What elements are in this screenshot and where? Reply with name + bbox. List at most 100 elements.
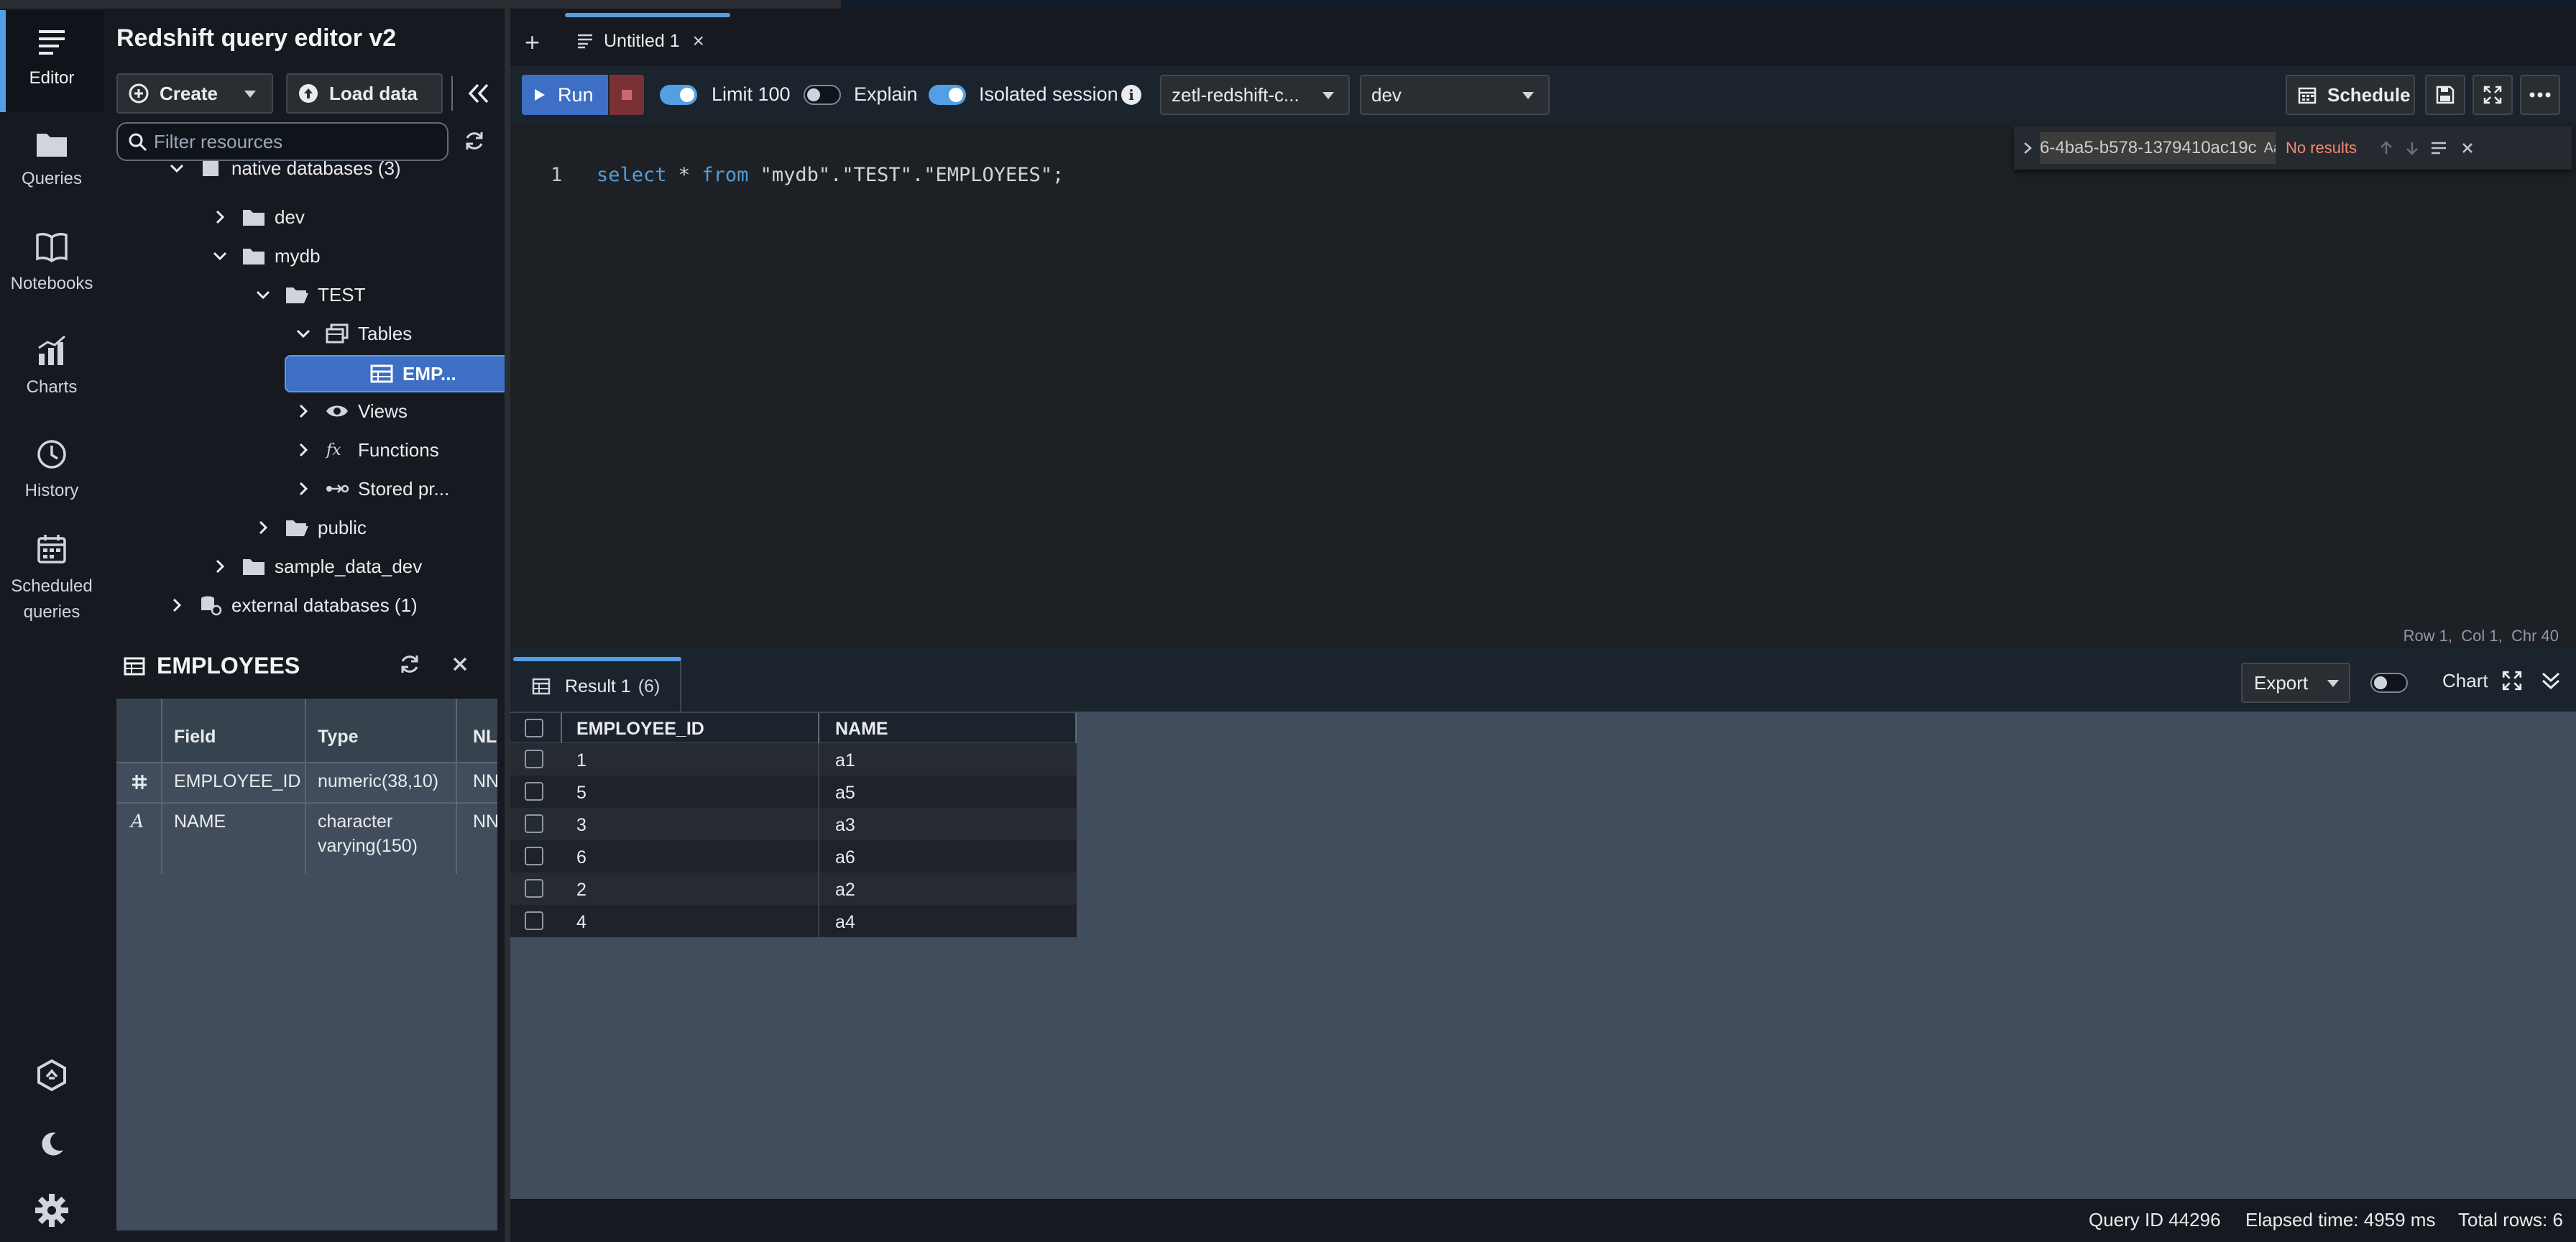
collapse-panel-button[interactable] xyxy=(463,79,494,108)
gear-icon xyxy=(35,1194,68,1227)
cell-employee-id: 2 xyxy=(576,880,586,900)
eye-icon xyxy=(326,405,348,417)
close-icon[interactable] xyxy=(2460,141,2475,155)
tree-node-tables[interactable]: Tables 1 xyxy=(293,316,505,351)
create-button[interactable]: Create xyxy=(116,73,273,114)
tree-node-stored-procedures[interactable]: Stored pr... 0 xyxy=(293,472,505,506)
connection-select[interactable]: zetl-redshift-c... xyxy=(1160,75,1350,115)
table-row[interactable]: 3 a3 xyxy=(510,808,1077,840)
rail-item-notebooks[interactable]: Notebooks xyxy=(0,231,104,296)
tree-node-employees[interactable]: EMP... xyxy=(369,356,456,391)
arrow-down-icon[interactable] xyxy=(2404,140,2420,156)
close-tab-button[interactable]: × xyxy=(693,29,704,52)
upload-icon xyxy=(299,84,318,103)
rail-item-history[interactable]: History xyxy=(0,438,104,503)
database-select[interactable]: dev xyxy=(1360,75,1550,115)
feedback-button[interactable] xyxy=(32,1055,72,1095)
editor-icon xyxy=(578,34,592,49)
chevron-right-icon xyxy=(216,210,225,224)
row-checkbox[interactable] xyxy=(525,814,543,833)
select-all-checkbox[interactable] xyxy=(525,719,543,737)
editor-status-bar: Row 1, Col 1, Chr 40 xyxy=(510,622,2576,648)
find-input[interactable]: 6-4ba5-b578-1379410ac19c Aa ab .* xyxy=(2040,132,2276,164)
table-row[interactable]: 4 a4 xyxy=(510,905,1077,937)
column-divider xyxy=(305,699,306,874)
save-button[interactable] xyxy=(2425,75,2465,115)
results-header: Result 1 (6) Export Chart xyxy=(510,648,2576,712)
row-checkbox[interactable] xyxy=(525,911,543,930)
schedule-button[interactable]: Schedule xyxy=(2286,75,2415,115)
chevron-down-icon xyxy=(170,164,184,173)
add-tab-button[interactable]: + xyxy=(525,27,540,58)
cell-employee-id: 6 xyxy=(576,847,586,868)
chevron-down-icon xyxy=(296,329,310,339)
arrow-up-icon[interactable] xyxy=(2378,140,2394,156)
stop-icon xyxy=(622,90,632,100)
column-divider[interactable] xyxy=(818,713,819,743)
chart-toggle[interactable] xyxy=(2370,673,2408,693)
table-icon xyxy=(124,657,145,675)
double-chevron-down-icon xyxy=(2542,672,2560,690)
rail-item-queries[interactable]: Queries xyxy=(0,129,104,191)
chevron-right-icon[interactable] xyxy=(2021,140,2034,156)
match-case-toggle[interactable]: Aa xyxy=(2264,140,2276,157)
row-checkbox[interactable] xyxy=(525,750,543,768)
resource-tree: native databases (3) dev mydb TEST Table… xyxy=(104,161,505,621)
table-icon xyxy=(532,678,551,695)
limit-toggle[interactable] xyxy=(660,85,697,105)
tree-node-test-schema[interactable]: TEST xyxy=(253,277,365,312)
run-button[interactable]: Run xyxy=(522,75,608,115)
stored-procedure-icon xyxy=(326,484,349,493)
table-row[interactable]: 5 a5 xyxy=(510,776,1077,808)
fullscreen-button[interactable] xyxy=(2472,75,2513,115)
column-header-name[interactable]: NAME xyxy=(835,719,888,740)
rail-item-editor[interactable]: Editor xyxy=(0,10,104,112)
explain-toggle[interactable] xyxy=(804,85,841,105)
column-header-employee-id[interactable]: EMPLOYEE_ID xyxy=(576,719,704,740)
theme-toggle-button[interactable] xyxy=(32,1124,72,1164)
cell-name: a4 xyxy=(835,912,855,932)
tree-node-views[interactable]: Views 0 xyxy=(293,394,505,428)
filter-resources-input[interactable]: Filter resources xyxy=(116,122,448,161)
row-checkbox[interactable] xyxy=(525,879,543,898)
table-row[interactable]: 1 a1 xyxy=(510,743,1077,776)
export-button[interactable]: Export xyxy=(2241,663,2350,703)
find-in-selection-icon[interactable] xyxy=(2430,140,2447,156)
tree-node-native-databases[interactable]: native databases (3) xyxy=(167,161,401,185)
tab-untitled-1[interactable]: Untitled 1 × xyxy=(565,16,730,66)
stop-button[interactable] xyxy=(610,75,644,115)
refresh-details-button[interactable] xyxy=(398,653,427,681)
settings-button[interactable] xyxy=(32,1190,72,1230)
tree-node-mydb[interactable]: mydb xyxy=(210,239,321,273)
rail-item-charts[interactable]: Charts xyxy=(0,335,104,400)
more-actions-button[interactable] xyxy=(2520,75,2560,115)
expand-results-button[interactable] xyxy=(2501,670,2527,696)
load-data-button[interactable]: Load data xyxy=(286,73,443,114)
isolated-session-toggle[interactable] xyxy=(929,85,966,105)
tree-node-dev[interactable]: dev xyxy=(210,200,305,234)
database-value: dev xyxy=(1371,83,1402,106)
column-divider xyxy=(161,699,162,874)
close-details-button[interactable] xyxy=(450,654,476,680)
tree-node-functions[interactable]: fx Functions 0 xyxy=(293,433,505,467)
connection-value: zetl-redshift-c... xyxy=(1172,83,1300,106)
find-widget: 6-4ba5-b578-1379410ac19c Aa ab .* No res… xyxy=(2014,126,2572,170)
refresh-resources-button[interactable] xyxy=(463,129,489,155)
collapse-results-button[interactable] xyxy=(2540,670,2566,696)
folder-open-icon xyxy=(286,520,308,536)
tree-node-external-databases[interactable]: external databases (1) xyxy=(167,588,418,621)
table-row[interactable]: 6 a6 xyxy=(510,840,1077,873)
column-divider[interactable] xyxy=(1075,713,1077,743)
sql-code-line[interactable]: select * from "mydb"."TEST"."EMPLOYEES"; xyxy=(597,164,1064,186)
tree-node-public-schema[interactable]: public xyxy=(253,510,367,545)
row-checkbox[interactable] xyxy=(525,847,543,865)
row-checkbox[interactable] xyxy=(525,782,543,801)
rail-item-scheduled-queries[interactable]: Scheduled queries xyxy=(0,533,104,625)
sql-editor[interactable]: 1 select * from "mydb"."TEST"."EMPLOYEES… xyxy=(510,124,2576,648)
tree-node-sample-data-dev[interactable]: sample_data_dev xyxy=(210,549,422,584)
panel-resize-handle[interactable] xyxy=(505,9,510,1242)
result-tab-1[interactable]: Result 1 (6) xyxy=(513,661,681,712)
table-row[interactable]: 2 a2 xyxy=(510,873,1077,905)
plus-circle-icon xyxy=(129,83,149,104)
info-icon[interactable]: i xyxy=(1121,85,1141,105)
